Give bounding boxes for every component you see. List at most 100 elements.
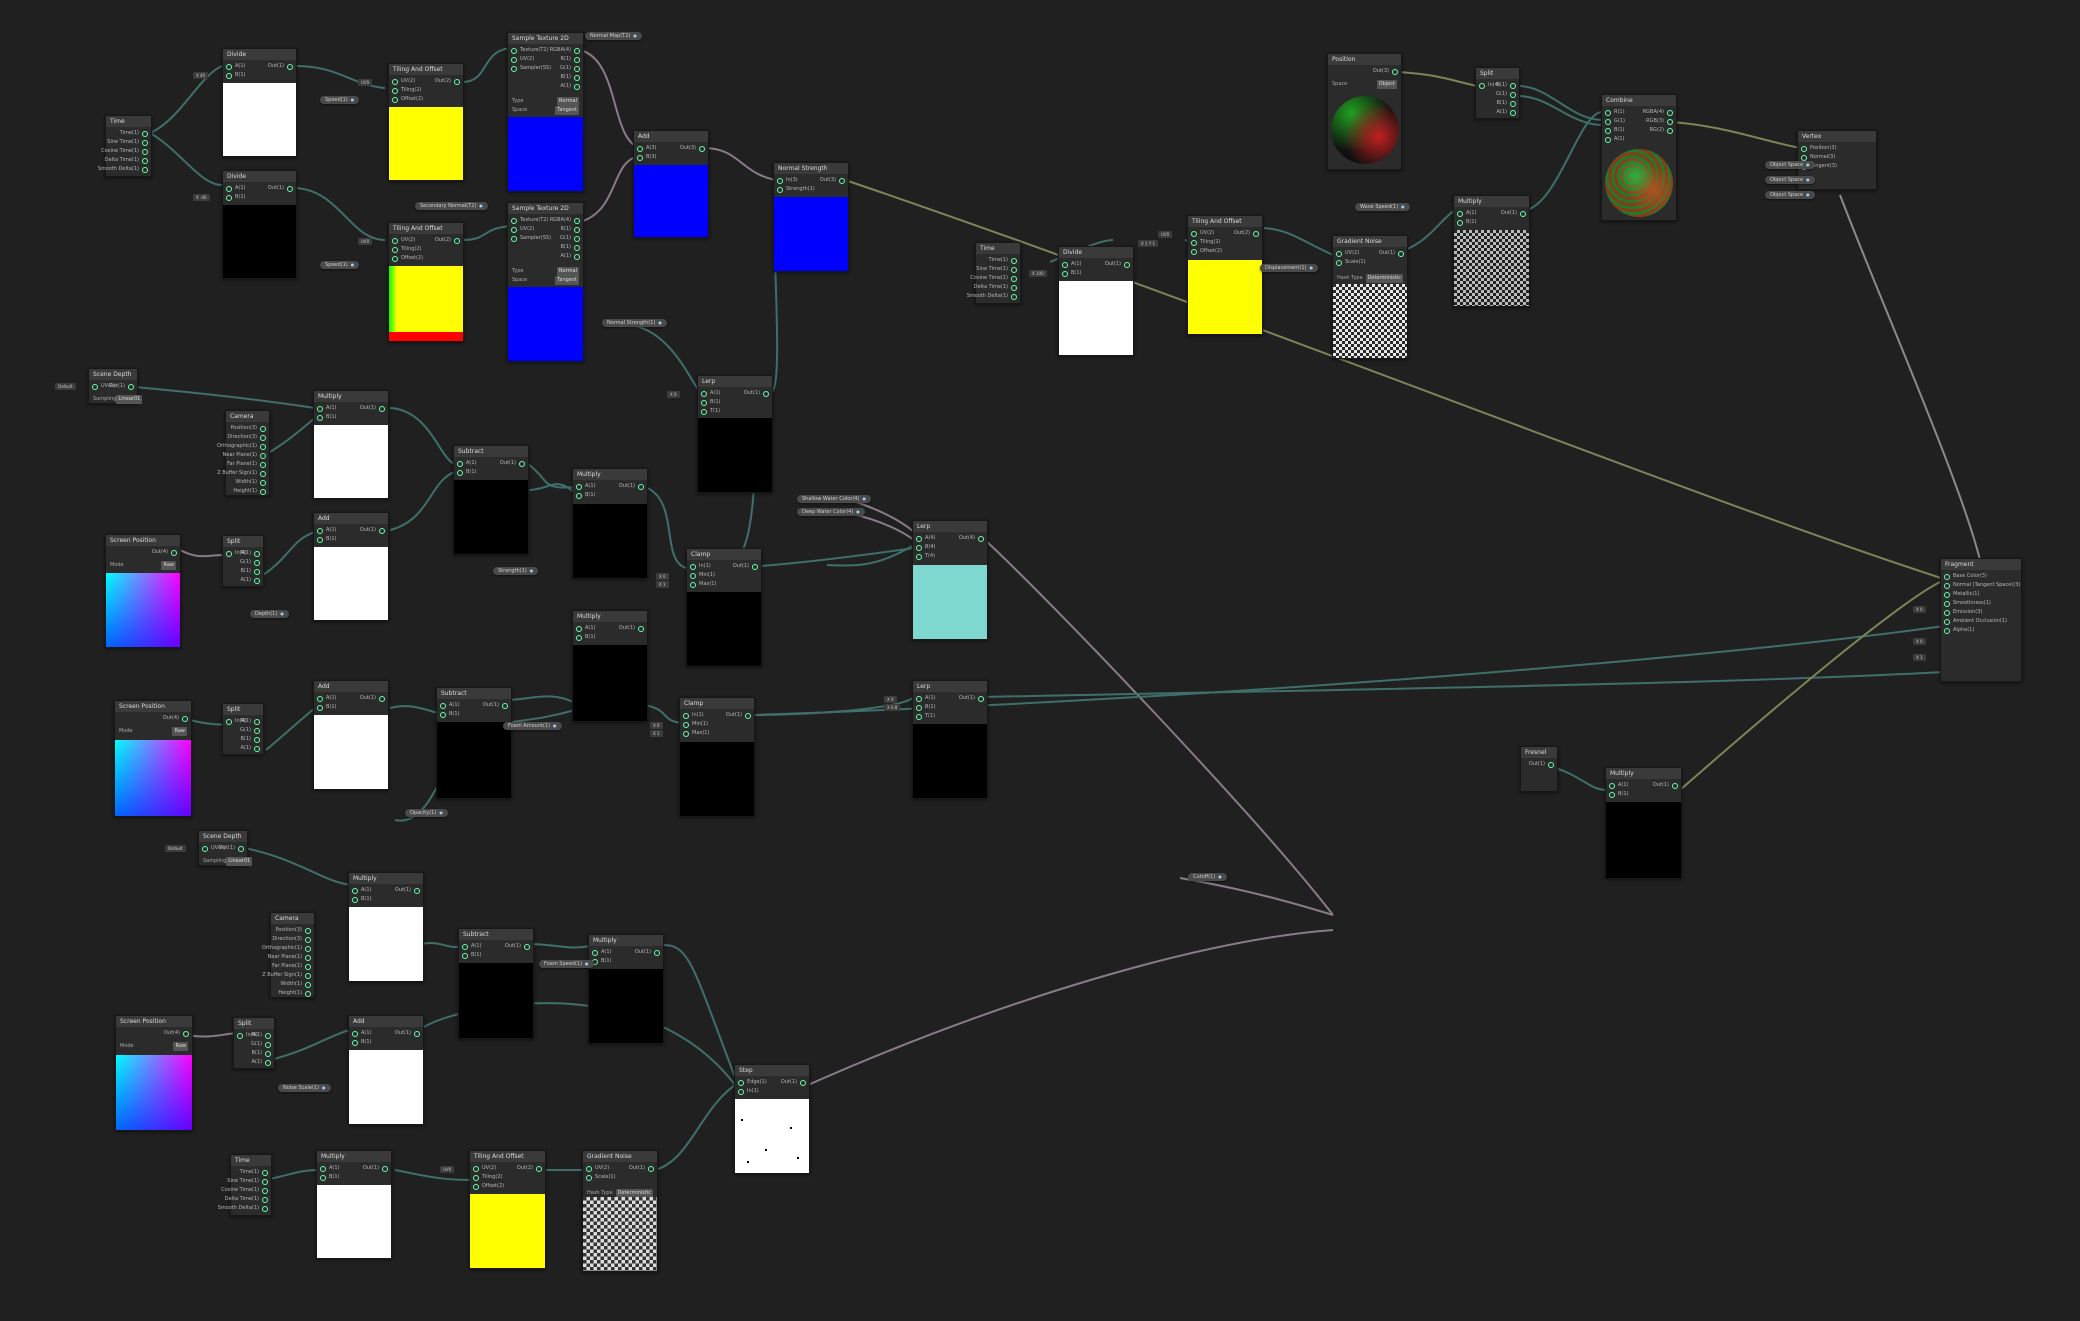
value-chip[interactable]: X 0	[656, 573, 669, 580]
property-pill-noise-scale[interactable]: Noise Scale(1)	[278, 1084, 331, 1092]
multiply-node[interactable]: Multiply A(1) B(1) Out(1)	[572, 468, 648, 579]
scene-depth-node[interactable]: Scene Depth UV(4) Out(1) Sampling Linear0…	[198, 830, 253, 866]
port-out[interactable]: Far Plane(1)	[262, 962, 311, 971]
port-out[interactable]: Out(1)	[109, 382, 134, 391]
gradient-noise-node[interactable]: Gradient Noise UV(2) Scale(1) Out(1) Has…	[1332, 235, 1408, 359]
property-pill-cutoff[interactable]: Cutoff(1)	[1188, 873, 1227, 881]
subtract-node[interactable]: Subtract A(1) B(1) Out(1)	[458, 928, 534, 1039]
sample-texture-2d-node[interactable]: Sample Texture 2D Texture(T2) UV(2) Samp…	[507, 32, 584, 192]
uv-chip[interactable]: Default	[55, 383, 76, 390]
lerp-node[interactable]: Lerp A(4) B(4) T(4) Out(4)	[912, 520, 988, 640]
multiply-node[interactable]: Multiply A(1) B(1) Out(1)	[1453, 195, 1530, 307]
value-chip[interactable]: X 1	[656, 581, 669, 588]
port-out[interactable]: Out(1)	[629, 1164, 654, 1173]
step-node[interactable]: Step Edge(1) In(1) Out(1)	[734, 1064, 810, 1174]
port-in[interactable]: Ambient Occlusion(1)	[1944, 617, 2018, 626]
port-out[interactable]: RGBA(4)	[550, 216, 580, 225]
property-pill-foam-speed[interactable]: Foam Speed(1)	[539, 960, 594, 968]
port-out[interactable]: Out(3)	[1373, 67, 1398, 76]
port-out[interactable]: A(1)	[240, 744, 260, 753]
value-chip[interactable]: X 0	[1913, 638, 1926, 645]
value-chip[interactable]: X 0.8	[884, 704, 901, 711]
port-in[interactable]: Strength(1)	[777, 185, 845, 194]
port-in[interactable]: B(1)	[701, 398, 769, 407]
port-out[interactable]: Sine Time(1)	[967, 265, 1017, 274]
port-out[interactable]: Out(1)	[1653, 781, 1678, 790]
port-in[interactable]: T(4)	[916, 552, 984, 561]
port-out[interactable]: Sine Time(1)	[98, 138, 148, 147]
port-in[interactable]: B(1)	[317, 535, 385, 544]
port-out[interactable]: A(1)	[1496, 108, 1516, 117]
property-pill-shallow-water[interactable]: Shallow Water Color(4)	[797, 495, 871, 503]
mode-dropdown[interactable]: Mode Raw	[116, 1042, 192, 1051]
port-out[interactable]: Out(1)	[395, 1029, 420, 1038]
port-out[interactable]: Out(2)	[517, 1164, 542, 1173]
multiply-node[interactable]: Multiply A(1) B(1) Out(1)	[313, 390, 389, 499]
port-out[interactable]: Near Plane(1)	[262, 953, 311, 962]
port-out[interactable]: A(1)	[550, 82, 580, 91]
camera-node[interactable]: Camera Position(3) Direction(3) Orthogra…	[262, 912, 315, 998]
port-in[interactable]: Offset(2)	[473, 1182, 542, 1191]
port-out[interactable]: G(1)	[240, 726, 260, 735]
port-out[interactable]: G(1)	[1496, 90, 1516, 99]
port-out[interactable]: Out(1)	[959, 694, 984, 703]
sampling-dropdown[interactable]: Sampling Linear01	[199, 857, 253, 866]
property-pill-strength[interactable]: Strength(1)	[493, 567, 539, 575]
mode-dropdown[interactable]: Mode Raw	[106, 561, 180, 570]
value-chip[interactable]: X 0	[650, 722, 663, 729]
hash-type-dropdown[interactable]: Hash Type Deterministic	[1333, 274, 1407, 283]
property-pill-object-space[interactable]: Object Space	[1765, 191, 1815, 199]
port-in[interactable]: B(1)	[317, 703, 385, 712]
property-pill-deep-water[interactable]: Deep Water Color(4)	[797, 508, 865, 516]
divide-node[interactable]: Divide A(1) B(1) Out(1)	[1058, 246, 1134, 356]
port-in[interactable]: Metallic(1)	[1944, 590, 2018, 599]
value-chip[interactable]: X 1 Y 1	[1138, 240, 1159, 247]
tiling-and-offset-node[interactable]: Tiling And Offset UV(2) Tiling(2) Offset…	[388, 222, 464, 342]
port-out[interactable]: Out(2)	[435, 77, 460, 86]
port-out[interactable]: G(1)	[240, 558, 260, 567]
sample-texture-2d-node[interactable]: Sample Texture 2D Texture(T2) UV(2) Samp…	[507, 202, 584, 362]
port-out[interactable]: Orthographic(1)	[262, 944, 311, 953]
property-pill-speed[interactable]: Speed(1)	[320, 96, 360, 104]
subtract-node[interactable]: Subtract A(1) B(1) Out(1)	[436, 687, 512, 799]
property-pill-normal-map[interactable]: Normal Map(T2)	[585, 32, 642, 40]
port-out[interactable]: Smooth Delta(1)	[967, 292, 1017, 301]
port-out[interactable]: Out(1)	[360, 526, 385, 535]
port-in[interactable]: Min(1)	[690, 571, 758, 580]
port-in[interactable]: A(1)	[1605, 135, 1673, 144]
value-chip[interactable]: X 1	[650, 730, 663, 737]
split-node[interactable]: Split In(4) R(1) G(1) B(1) A(1)	[222, 535, 264, 587]
screen-position-node[interactable]: Screen Position Out(4) Mode Raw	[105, 534, 181, 648]
uv-chip[interactable]: UV0	[1158, 231, 1173, 238]
type-dropdown[interactable]: Type Normal	[508, 97, 583, 106]
value-chip[interactable]: X 40	[193, 72, 209, 79]
port-out[interactable]: RGBA(4)	[1643, 108, 1673, 117]
screen-position-node[interactable]: Screen Position Out(4) Mode Raw	[115, 1015, 193, 1131]
port-out[interactable]: Height(1)	[217, 487, 266, 496]
value-chip[interactable]: X 0	[884, 696, 897, 703]
port-out[interactable]: B(1)	[550, 73, 580, 82]
port-out[interactable]: Time(1)	[98, 129, 148, 138]
port-in[interactable]: Alpha(1)	[1944, 626, 2018, 635]
split-node[interactable]: Split In(4) R(1) G(1) B(1) A(1)	[233, 1017, 275, 1069]
port-out[interactable]: Out(1)	[219, 844, 244, 853]
port-out[interactable]: Z Buffer Sign(1)	[262, 971, 311, 980]
port-out[interactable]: Out(1)	[744, 389, 769, 398]
port-in[interactable]: Base Color(3)	[1944, 572, 2018, 581]
scene-depth-node[interactable]: Scene Depth UV(4) Out(1) Sampling Linear0…	[88, 368, 143, 404]
port-in[interactable]: Tiling(2)	[392, 245, 460, 254]
mode-dropdown[interactable]: Mode Raw	[115, 727, 191, 736]
port-in[interactable]: B(3)	[637, 153, 705, 162]
port-out[interactable]: Out(1)	[395, 886, 420, 895]
property-pill-foam-amount[interactable]: Foam Amount(1)	[503, 722, 562, 730]
port-out[interactable]: B(1)	[1496, 99, 1516, 108]
port-out[interactable]: Cosine Time(1)	[218, 1186, 268, 1195]
port-out[interactable]: Out(1)	[268, 184, 293, 193]
port-out[interactable]: R(1)	[240, 549, 260, 558]
property-pill-wave-speed[interactable]: Wave Speed(1)	[1355, 203, 1410, 211]
time-node[interactable]: Time Time(1) Sine Time(1) Cosine Time(1)…	[98, 115, 152, 177]
port-in[interactable]: Max(1)	[690, 580, 758, 589]
port-out[interactable]: Out(3)	[820, 176, 845, 185]
value-chip[interactable]: X -40	[193, 194, 210, 201]
port-out[interactable]: Far Plane(1)	[217, 460, 266, 469]
